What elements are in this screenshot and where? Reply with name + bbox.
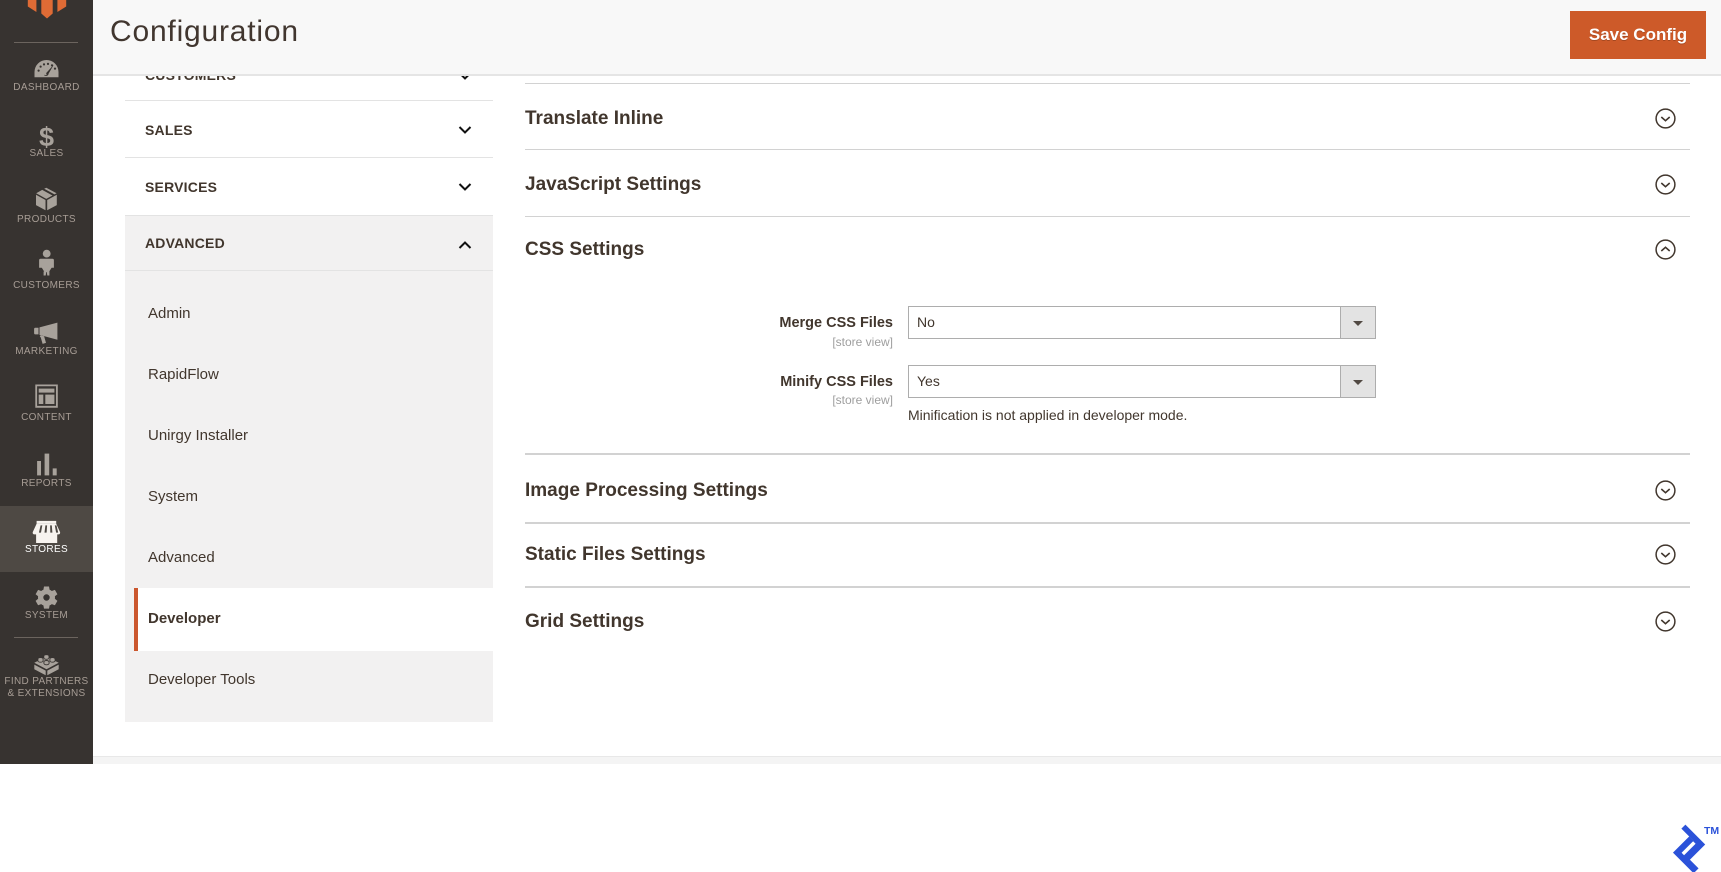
svg-text:$: $ — [39, 122, 54, 151]
svg-text:TM: TM — [1704, 825, 1719, 837]
